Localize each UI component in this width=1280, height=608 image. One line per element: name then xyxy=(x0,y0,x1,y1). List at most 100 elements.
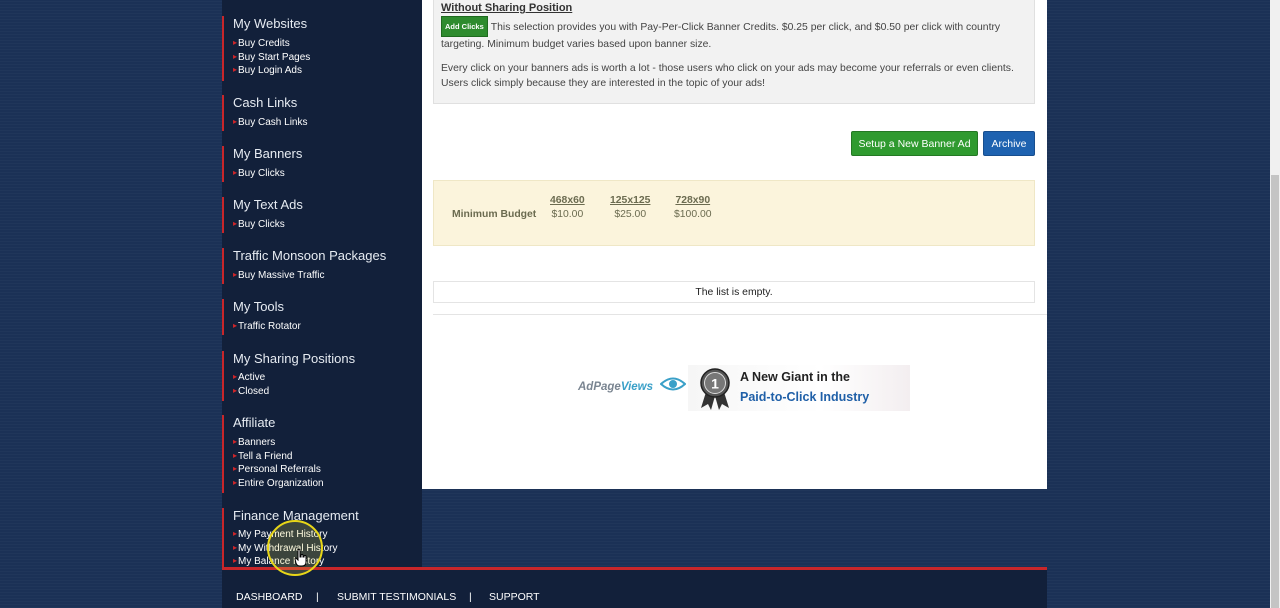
sidebar-section-traffic-monsoon-packages: Traffic Monsoon Packages ▸Buy Massive Tr… xyxy=(222,248,422,284)
sidebar-section-finance-management: Finance Management ▸My Payment History ▸… xyxy=(222,508,422,567)
sidebar: My Websites ▸Buy Credits ▸Buy Start Page… xyxy=(222,0,422,568)
link-label: Active xyxy=(238,372,266,383)
section-title: My Tools xyxy=(233,299,285,314)
sidebar-link-personal-referrals[interactable]: ▸Personal Referrals xyxy=(233,462,324,476)
section-title: Cash Links xyxy=(233,95,298,110)
sidebar-link-buy-login-ads[interactable]: ▸Buy Login Ads xyxy=(233,63,310,77)
setup-new-banner-ad-button[interactable]: Setup a New Banner Ad xyxy=(851,131,978,156)
section-links: ▸Banners ▸Tell a Friend ▸Personal Referr… xyxy=(233,435,324,489)
eye-icon xyxy=(660,377,686,391)
budget-column: 728x90 $100.00 xyxy=(674,194,712,222)
link-label: Buy Clicks xyxy=(238,168,285,179)
link-label: Entire Organization xyxy=(238,477,324,489)
medal-number: 1 xyxy=(711,376,719,392)
link-label: Buy Massive Traffic xyxy=(238,270,325,281)
minimum-budget-panel: Minimum Budget 468x60 $10.00 125x125 $25… xyxy=(433,180,1035,246)
arrow-right-icon: ▸ xyxy=(233,321,238,330)
footer-link-dashboard[interactable]: DASHBOARD xyxy=(236,591,303,603)
add-clicks-badge[interactable]: Add Clicks xyxy=(441,16,488,37)
link-label: Personal Referrals xyxy=(238,464,321,476)
footer-nav: DASHBOARD | SUBMIT TESTIMONIALS | SUPPOR… xyxy=(222,570,1047,608)
ad-banner[interactable]: AdPageViews 1 A New Giant in the Paid-to… xyxy=(578,365,910,411)
link-label: Tell a Friend xyxy=(238,450,293,462)
section-title: My Text Ads xyxy=(233,197,303,212)
sidebar-link-tell-a-friend[interactable]: ▸Tell a Friend xyxy=(233,449,324,463)
sidebar-link-text-ad-buy-clicks[interactable]: ▸Buy Clicks xyxy=(233,217,285,231)
section-links: ▸Buy Cash Links xyxy=(233,115,308,129)
info-heading[interactable]: Without Sharing Position xyxy=(441,2,572,14)
arrow-right-icon: ▸ xyxy=(233,529,238,538)
link-label: Closed xyxy=(238,385,270,397)
banner-size-price: $10.00 xyxy=(551,209,584,220)
archive-button[interactable]: Archive xyxy=(983,131,1035,156)
arrow-right-icon: ▸ xyxy=(233,542,238,552)
arrow-right-icon: ▸ xyxy=(233,51,238,61)
sidebar-link-buy-cash-links[interactable]: ▸Buy Cash Links xyxy=(233,115,308,129)
section-title: My Websites xyxy=(233,16,308,31)
logo-main-text: AdPage xyxy=(578,381,621,393)
section-title: Traffic Monsoon Packages xyxy=(233,248,387,263)
sidebar-link-banners[interactable]: ▸Banners xyxy=(233,435,324,449)
arrow-right-icon: ▸ xyxy=(233,450,238,460)
link-label: Traffic Rotator xyxy=(238,321,301,332)
arrow-right-icon: ▸ xyxy=(233,38,238,47)
arrow-right-icon: ▸ xyxy=(233,168,238,177)
sidebar-link-banner-buy-clicks[interactable]: ▸Buy Clicks xyxy=(233,166,285,180)
section-accent-bar xyxy=(222,415,224,493)
sidebar-section-my-text-ads: My Text Ads ▸Buy Clicks xyxy=(222,197,422,233)
section-title: My Banners xyxy=(233,146,303,161)
section-accent-bar xyxy=(222,508,224,567)
footer-separator: | xyxy=(316,591,319,603)
link-label: Buy Login Ads xyxy=(238,65,302,77)
arrow-right-icon: ▸ xyxy=(233,464,238,474)
section-links: ▸Active ▸Closed xyxy=(233,370,269,397)
sidebar-link-buy-massive-traffic[interactable]: ▸Buy Massive Traffic xyxy=(233,268,325,282)
section-accent-bar xyxy=(222,16,224,81)
ad-tagline-panel: 1 A New Giant in the Paid-to-Click Indus… xyxy=(688,365,910,411)
info-paragraph-2: Every click on your banners ads is worth… xyxy=(441,63,1014,89)
main-content: Without Sharing Position Add Clicks This … xyxy=(422,0,1047,489)
sidebar-link-traffic-rotator[interactable]: ▸Traffic Rotator xyxy=(233,319,301,333)
sidebar-section-cash-links: Cash Links ▸Buy Cash Links xyxy=(222,95,422,131)
link-label: My Withdrawal History xyxy=(238,542,338,554)
scrollbar-thumb[interactable] xyxy=(1271,175,1279,608)
banner-size-price: $25.00 xyxy=(614,209,647,220)
medal-icon: 1 xyxy=(700,368,730,410)
section-links: ▸Traffic Rotator xyxy=(233,319,301,333)
banner-size-link[interactable]: 125x125 xyxy=(610,194,650,208)
banner-size-link[interactable]: 728x90 xyxy=(674,194,712,208)
footer-link-support[interactable]: SUPPORT xyxy=(489,591,540,603)
sidebar-link-my-withdrawal-history[interactable]: ▸My Withdrawal History xyxy=(233,541,337,555)
footer-separator: | xyxy=(469,591,472,603)
section-title: Finance Management xyxy=(233,508,359,523)
arrow-right-icon: ▸ xyxy=(233,437,238,446)
sidebar-section-affiliate: Affiliate ▸Banners ▸Tell a Friend ▸Perso… xyxy=(222,415,422,493)
ad-subheadline: Paid-to-Click Industry xyxy=(740,390,870,404)
sidebar-link-my-payment-history[interactable]: ▸My Payment History xyxy=(233,527,337,541)
sidebar-link-buy-credits[interactable]: ▸Buy Credits xyxy=(233,36,310,50)
banner-size-link[interactable]: 468x60 xyxy=(550,194,585,208)
ad-headline: A New Giant in the xyxy=(740,370,850,384)
link-label: Buy Cash Links xyxy=(238,117,308,128)
section-links: ▸My Payment History ▸My Withdrawal Histo… xyxy=(233,527,337,568)
budget-column: 468x60 $10.00 xyxy=(550,194,585,222)
info-description: Add Clicks This selection provides you wi… xyxy=(441,16,1021,52)
link-label: My Payment History xyxy=(238,529,328,540)
sidebar-link-active[interactable]: ▸Active xyxy=(233,370,269,384)
page-scrollbar[interactable] xyxy=(1270,0,1280,608)
link-label: Buy Start Pages xyxy=(238,51,311,63)
sidebar-link-buy-start-pages[interactable]: ▸Buy Start Pages xyxy=(233,50,310,64)
arrow-right-icon: ▸ xyxy=(233,65,238,75)
sidebar-link-my-balance-history[interactable]: ▸My Balance History xyxy=(233,554,337,568)
sidebar-link-closed[interactable]: ▸Closed xyxy=(233,384,269,398)
section-title: Affiliate xyxy=(233,415,276,430)
arrow-right-icon: ▸ xyxy=(233,270,238,279)
arrow-right-icon: ▸ xyxy=(233,117,238,126)
section-links: ▸Buy Massive Traffic xyxy=(233,268,325,282)
sidebar-link-entire-organization[interactable]: ▸Entire Organization xyxy=(233,476,324,490)
footer-link-submit-testimonials[interactable]: SUBMIT TESTIMONIALS xyxy=(337,591,456,603)
budget-column: 125x125 $25.00 xyxy=(610,194,650,222)
minimum-budget-label: Minimum Budget xyxy=(452,209,537,220)
adpageviews-logo: AdPageViews xyxy=(578,381,653,393)
section-links: ▸Buy Credits ▸Buy Start Pages ▸Buy Login… xyxy=(233,36,310,77)
